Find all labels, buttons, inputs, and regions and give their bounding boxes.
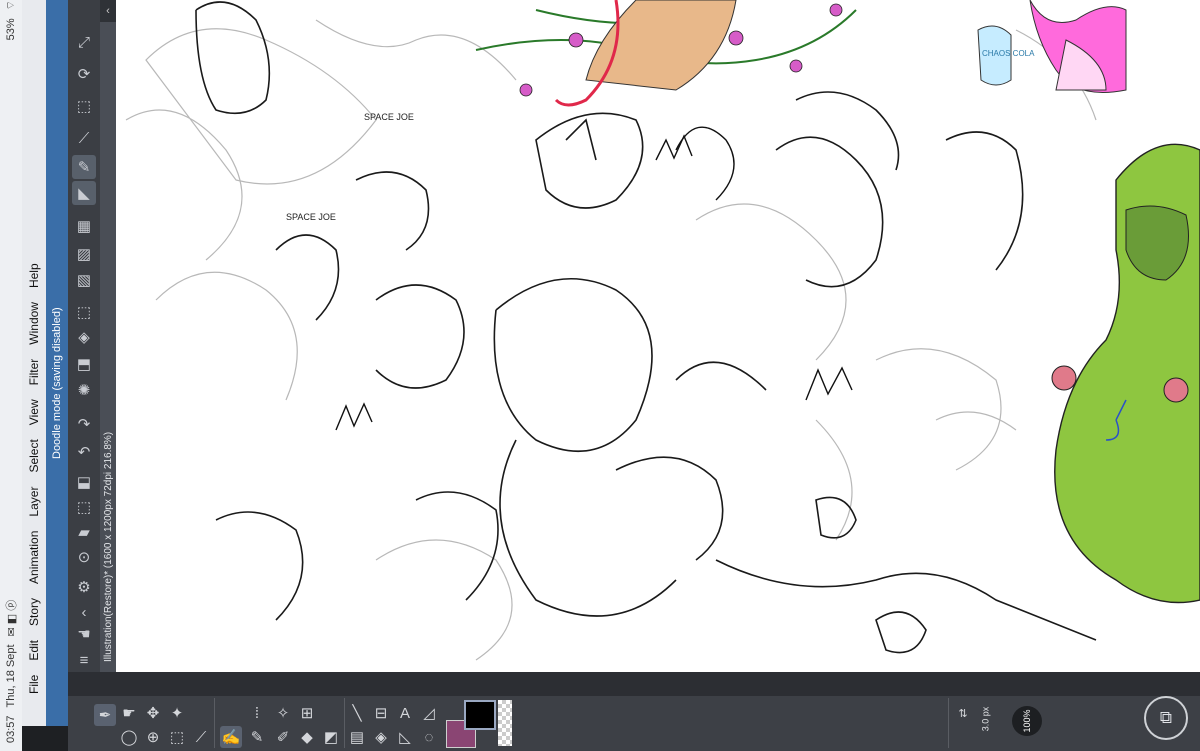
menu-filter[interactable]: Filter	[27, 352, 41, 393]
hand-icon[interactable]: ☚	[72, 622, 96, 646]
transform-icon[interactable]: ▧	[72, 268, 96, 292]
chevron-icon[interactable]: ‹	[72, 600, 96, 624]
menu-layer[interactable]: Layer	[27, 480, 41, 524]
eraser-icon[interactable]: ◆	[296, 726, 318, 748]
drawing-canvas[interactable]: CHAOS COLA SPACE JOE SPACE JOE	[116, 0, 1200, 672]
brush-opacity-indicator[interactable]: 100%	[1012, 706, 1042, 736]
text-icon[interactable]: A	[394, 702, 416, 724]
lasso-icon[interactable]: ⬒	[72, 352, 96, 376]
menu-edit[interactable]: Edit	[27, 633, 41, 668]
bottom-toolbar-header	[68, 672, 1200, 696]
expand-icon[interactable]: ⬚	[72, 495, 96, 519]
left-tool-column: ⤢ ⟳ ⬚ ⟋ ✎ ◣ ▦ ▨ ▧ ⬚ ◈ ⬒ ✺ ↷ ↶ ⬓ ⬚ ▰ ⊙ ⚙ …	[68, 0, 100, 751]
menu-story[interactable]: Story	[27, 591, 41, 633]
canvas-text-chaos-cola: CHAOS COLA	[982, 49, 1035, 58]
grid-icon[interactable]: ⊞	[296, 702, 318, 724]
settings-icon[interactable]: ⊙	[72, 545, 96, 569]
eyedropper-icon[interactable]: ⟋	[190, 726, 212, 748]
fill-icon[interactable]: ◈	[370, 726, 392, 748]
frame-icon[interactable]: ⊟	[370, 702, 392, 724]
status-time: 03:57	[5, 715, 17, 743]
wifi-icon: ⌔	[5, 0, 17, 11]
rotate-icon[interactable]: ⟳	[72, 62, 96, 86]
marquee-icon[interactable]: ⬚	[166, 726, 188, 748]
balloon-icon[interactable]: ◌	[418, 726, 440, 748]
menu-view[interactable]: View	[27, 392, 41, 432]
select-icon[interactable]: ⬚	[72, 300, 96, 324]
collapse-panel-icon[interactable]: ‹	[100, 0, 116, 22]
main-color-swatch[interactable]	[464, 700, 496, 730]
ruler-icon[interactable]: ⬚	[72, 94, 96, 118]
document-title-bar: Illustration(Restore)* (1600 x 1200px 72…	[100, 0, 116, 672]
folder-icon[interactable]: ▰	[72, 520, 96, 544]
quick-access-button[interactable]: ⧉	[1144, 696, 1188, 740]
mesh-icon[interactable]: ▨	[72, 242, 96, 266]
shape-icon[interactable]: ◺	[394, 726, 416, 748]
pen-icon[interactable]: ⟋	[72, 126, 96, 150]
dotted-select-icon[interactable]: ⁞	[246, 702, 268, 724]
mode-strip: Doodle mode (saving disabled)	[46, 0, 68, 751]
brush-size-indicator[interactable]: 3.0 px	[980, 707, 990, 732]
ruler-icon[interactable]: ◿	[418, 702, 440, 724]
eraser-icon[interactable]: ◈	[72, 325, 96, 349]
blend-icon[interactable]: ◩	[320, 726, 342, 748]
menu-window[interactable]: Window	[27, 295, 41, 352]
spinner-icon: ✺	[77, 382, 91, 399]
zoom-icon[interactable]: ⊕	[142, 726, 164, 748]
nav-icon[interactable]: ⤢	[72, 30, 96, 54]
panel-handle[interactable]	[22, 726, 68, 751]
redo-icon[interactable]: ↷	[72, 412, 96, 436]
move-icon[interactable]: ☛	[118, 702, 140, 724]
sketch-artwork: CHAOS COLA SPACE JOE SPACE JOE	[125, 0, 1200, 661]
transparent-color-swatch[interactable]	[498, 700, 512, 746]
status-date: Thu, 18 Sept	[5, 644, 17, 708]
menu-animation[interactable]: Animation	[27, 524, 41, 591]
wand-icon[interactable]: ✦	[166, 702, 188, 724]
notification-icon: ✉ ◧ ⓟ	[6, 599, 18, 637]
canvas-text-space-joe: SPACE JOE	[364, 112, 414, 122]
gradient-icon[interactable]: ▦	[72, 214, 96, 238]
decoration-icon[interactable]: ✐	[272, 726, 294, 748]
lasso-icon[interactable]: ◯	[118, 726, 140, 748]
menu-select[interactable]: Select	[27, 432, 41, 479]
move-layer-icon[interactable]: ✥	[142, 702, 164, 724]
sparkle-icon[interactable]: ✧	[272, 702, 294, 724]
document-title: Illustration(Restore)* (1600 x 1200px 72…	[102, 431, 114, 662]
layers-icon[interactable]: ⬓	[72, 470, 96, 494]
menu-help[interactable]: Help	[27, 256, 41, 295]
menu-icon[interactable]: ≡	[72, 648, 96, 672]
undo-icon[interactable]: ↶	[72, 440, 96, 464]
canvas-text-space-joe-2: SPACE JOE	[286, 212, 336, 222]
battery-level: 53%	[5, 18, 17, 41]
menu-file[interactable]: File	[27, 668, 41, 701]
brush-icon[interactable]: ✍	[220, 726, 242, 748]
gradient-icon[interactable]: ▤	[346, 726, 368, 748]
doodle-mode-banner: Doodle mode (saving disabled)	[51, 307, 63, 459]
airbrush-icon[interactable]: ✎	[246, 726, 268, 748]
pencil-icon[interactable]: ✎	[72, 155, 96, 179]
gear-icon[interactable]: ⚙	[72, 575, 96, 599]
status-bar: 03:57 Thu, 18 Sept ✉ ◧ ⓟ 53% ⌔	[0, 0, 22, 751]
menu-bar: File Edit Story Animation Layer Select V…	[22, 0, 46, 751]
size-slider-icon[interactable]: ⇅	[952, 702, 974, 724]
bottom-toolbar: ✒ ☛ ✥ ✦ ◯ ⊕ ⬚ ⟋ ⁞ ✧ ⊞ ✍ ✎ ✐ ◆ ◩ ╲ ⊟ A ◿ …	[68, 672, 1200, 751]
pen-tool-icon[interactable]: ✒	[94, 704, 116, 726]
line-icon[interactable]: ╲	[346, 702, 368, 724]
fill-icon[interactable]: ◣	[72, 181, 96, 205]
